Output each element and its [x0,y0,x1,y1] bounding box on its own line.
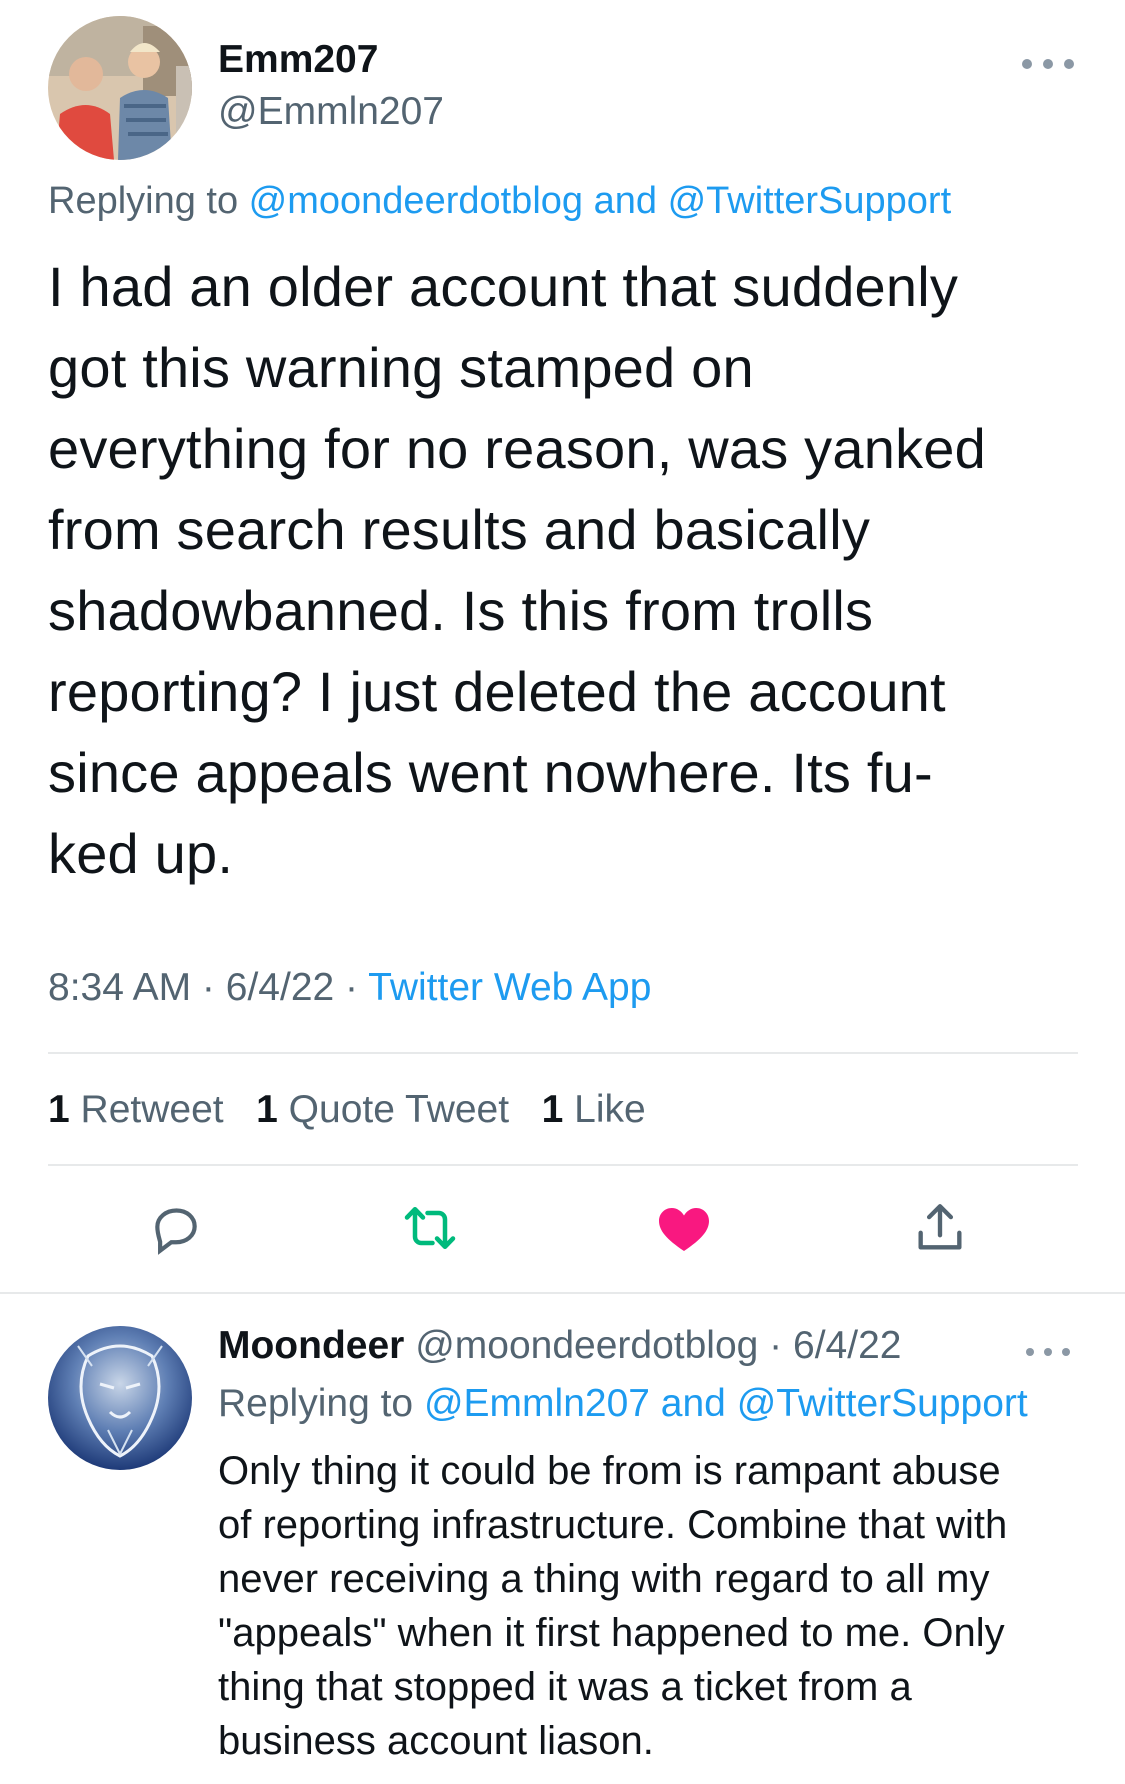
reply-author-handle[interactable]: @moondeerdotblog [415,1324,758,1367]
more-icon[interactable] [1026,1342,1070,1362]
meta-separator: · [334,966,369,1009]
action-bar [48,1196,1078,1260]
author-name[interactable]: Emm207 [218,38,378,82]
like-stat[interactable]: 1 Like [542,1088,646,1131]
reply-author-name[interactable]: Moondeer [218,1324,404,1367]
retweet-count: 1 [48,1088,70,1131]
mention-link[interactable]: @Emmln207 [424,1382,650,1425]
mention-link[interactable]: @moondeerdotblog [249,180,583,222]
tweet-text: I had an older account that suddenly got… [48,255,986,885]
replying-to: Replying to @Emmln207 and @TwitterSuppor… [218,1382,1028,1426]
tweet-meta: 8:34 AM · 6/4/22 · Twitter Web App [48,966,651,1010]
author-handle[interactable]: @Emmln207 [218,90,444,134]
replying-and: and [583,180,668,222]
like-label: Like [563,1088,646,1131]
more-icon[interactable] [1022,54,1074,74]
reply-icon[interactable] [144,1196,208,1260]
quote-stat[interactable]: 1 Quote Tweet [256,1088,509,1131]
divider [48,1052,1078,1054]
reply-separator: · [758,1324,794,1367]
like-icon[interactable] [652,1196,716,1260]
mention-link[interactable]: @TwitterSupport [737,1382,1028,1425]
meta-separator: · [191,966,226,1009]
reply-header: Moondeer @moondeerdotblog · 6/4/22 [218,1324,901,1368]
retweet-label: Retweet [69,1088,224,1131]
retweet-icon[interactable] [398,1196,462,1260]
divider [0,1292,1125,1294]
avatar[interactable] [48,1326,192,1470]
quote-label: Quote Tweet [277,1088,510,1131]
reply-text: Only thing it could be from is rampant a… [218,1449,1008,1763]
replying-and: and [649,1382,737,1425]
tweet-time[interactable]: 8:34 AM [48,966,191,1009]
quote-count: 1 [256,1088,278,1131]
like-count: 1 [541,1088,564,1131]
replying-prefix: Replying to [48,180,249,222]
mention-link[interactable]: @TwitterSupport [668,180,952,222]
replying-to: Replying to @moondeerdotblog and @Twitte… [48,180,951,223]
replying-prefix: Replying to [218,1382,424,1425]
share-icon[interactable] [908,1196,972,1260]
avatar[interactable] [48,16,192,160]
tweet-date[interactable]: 6/4/22 [226,966,334,1009]
divider [48,1164,1078,1166]
reply-date[interactable]: 6/4/22 [793,1324,901,1367]
engagement-stats: 1 Retweet 1 Quote Tweet 1 Like [48,1088,646,1132]
tweet-source[interactable]: Twitter Web App [368,966,651,1009]
retweet-stat[interactable]: 1 Retweet [48,1088,224,1131]
